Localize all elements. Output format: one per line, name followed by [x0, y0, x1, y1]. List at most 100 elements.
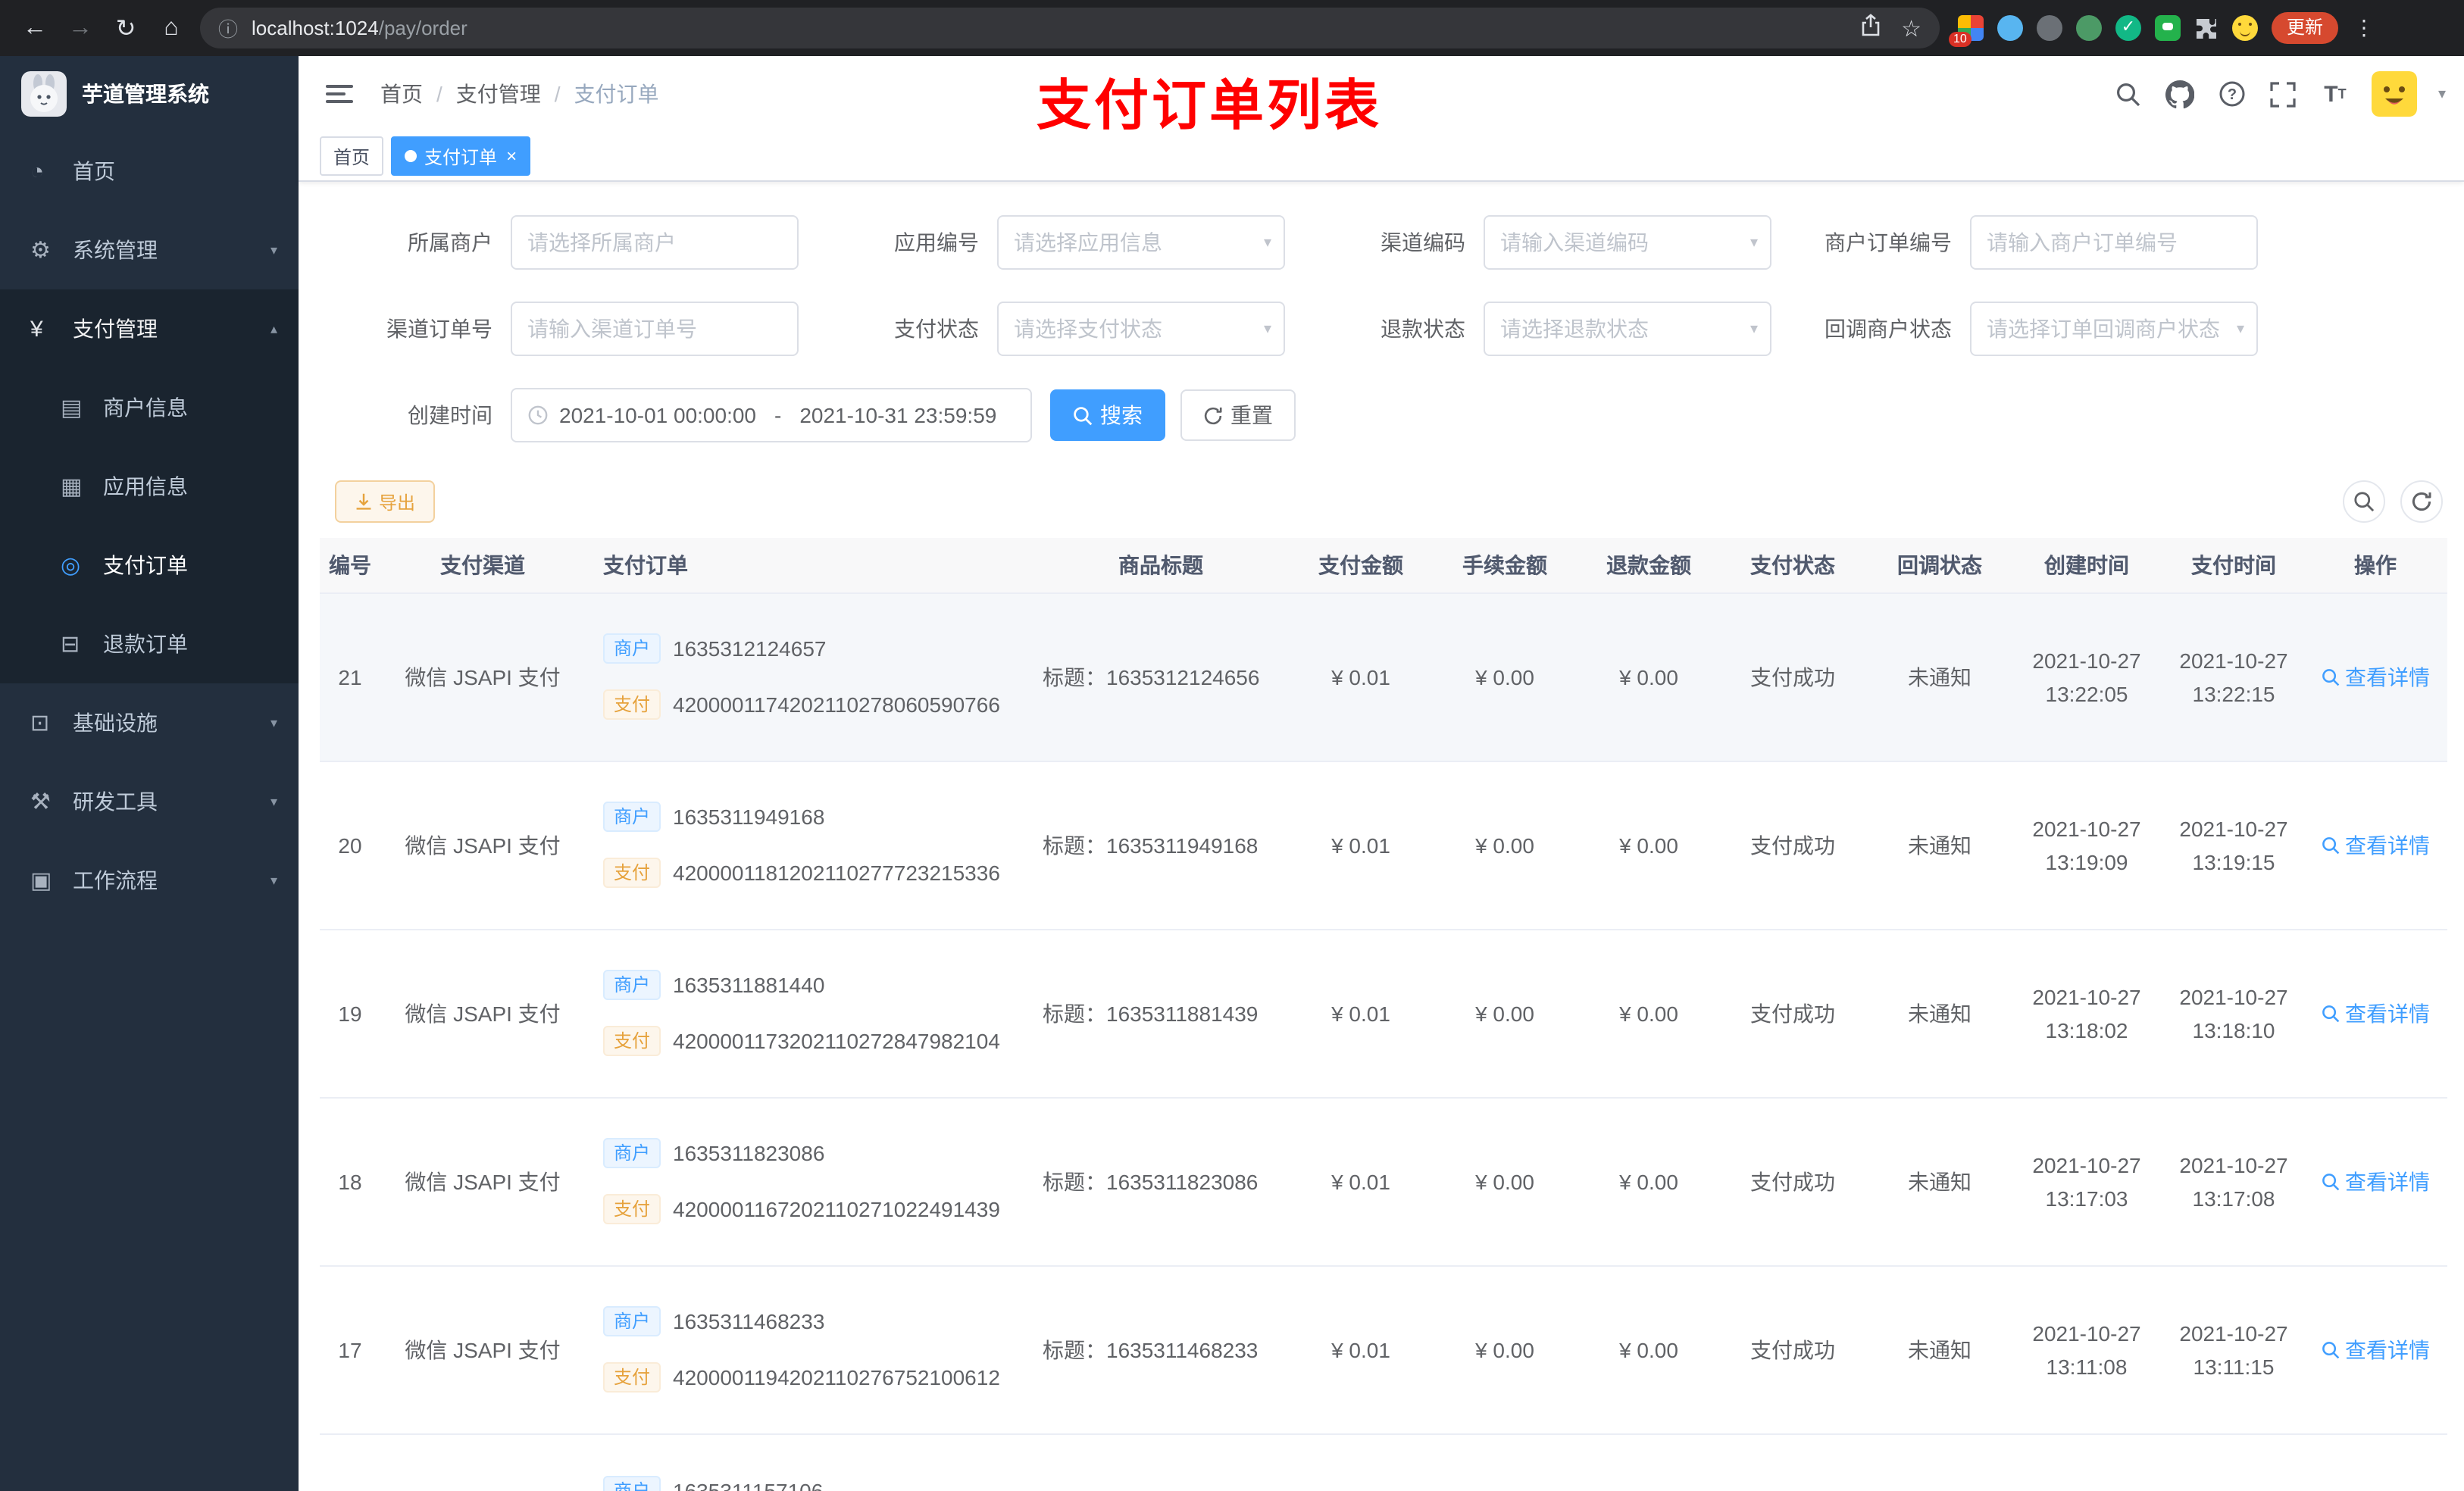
date-separator: -: [774, 403, 782, 427]
app-select[interactable]: ▾: [997, 215, 1285, 270]
pay-tag: 支付: [603, 689, 661, 720]
search-button[interactable]: 搜索: [1050, 389, 1165, 441]
table-header-row: 编号 支付渠道 支付订单 商品标题 支付金额 手续金额 退款金额 支付状态 回调…: [320, 538, 2447, 593]
channel-code-select[interactable]: ▾: [1484, 215, 1771, 270]
extension-blue-icon[interactable]: [1997, 15, 2023, 41]
user-avatar[interactable]: [2371, 71, 2417, 117]
table-row: 17 微信 JSAPI 支付 商户 1635311468233 支付 4200001…: [320, 1265, 2447, 1434]
col-actions: 操作: [2303, 538, 2447, 593]
col-title: 商品标题: [1027, 538, 1294, 593]
extension-badge: 10: [1949, 32, 1972, 47]
refresh-table-button[interactable]: [2400, 480, 2443, 523]
fullscreen-icon[interactable]: [2269, 79, 2299, 109]
app-logo[interactable]: 芋道管理系统: [0, 56, 299, 132]
extension-green-icon[interactable]: [2076, 15, 2102, 41]
help-icon[interactable]: ?: [2217, 79, 2247, 109]
hamburger-icon[interactable]: [326, 80, 353, 108]
extension-check-icon[interactable]: ✓: [2115, 15, 2141, 41]
view-detail-link[interactable]: 查看详情: [2321, 661, 2430, 692]
browser-home-icon[interactable]: ⌂: [149, 7, 194, 49]
tab-home[interactable]: 首页: [320, 136, 384, 176]
view-detail-link[interactable]: 查看详情: [2321, 998, 2430, 1028]
active-dot-icon: [405, 150, 417, 162]
sidebar-item-app-info[interactable]: ▦ 应用信息: [0, 447, 299, 526]
logo-image: [21, 71, 67, 117]
pay-tag: 支付: [603, 858, 661, 888]
chevron-up-icon: ▴: [270, 320, 277, 336]
github-icon[interactable]: [2165, 79, 2196, 109]
sidebar-item-merchant-info[interactable]: ▤ 商户信息: [0, 368, 299, 447]
extensions-puzzle-icon[interactable]: [2194, 16, 2219, 40]
sidebar-item-devtool[interactable]: ⚒ 研发工具 ▾: [0, 762, 299, 841]
filter-form: 所属商户 应用编号 ▾: [299, 215, 2464, 442]
close-icon[interactable]: ×: [506, 147, 517, 165]
extension-grid-icon[interactable]: 10: [1949, 15, 1984, 47]
filter-label-channel-order-no: 渠道订单号: [386, 317, 492, 341]
create-time-range-picker[interactable]: 2021-10-01 00:00:00 - 2021-10-31 23:59:5…: [511, 388, 1032, 442]
search-icon: [2322, 836, 2339, 854]
browser-forward-icon[interactable]: →: [58, 7, 103, 49]
sidebar-item-system[interactable]: ⚙ 系统管理 ▾: [0, 211, 299, 289]
address-bar[interactable]: ⓘ localhost:1024/pay/order ☆: [200, 8, 1940, 48]
filter-label-channel-code: 渠道编码: [1381, 230, 1465, 255]
clock-icon: [528, 405, 548, 425]
grid-icon: ▦: [61, 474, 83, 500]
browser-profile-avatar[interactable]: [2232, 15, 2258, 41]
col-refund: 退款金额: [1582, 538, 1715, 593]
search-icon[interactable]: [2114, 79, 2144, 109]
chevron-down-icon: ▾: [270, 714, 277, 730]
pay-tag: 支付: [603, 1194, 661, 1224]
view-detail-link[interactable]: 查看详情: [2321, 1166, 2430, 1196]
extensions-bar: 10 ✓ 更新 ⋮: [1949, 12, 2376, 47]
chevron-down-icon: ▾: [270, 793, 277, 808]
filter-label-notify-status: 回调商户状态: [1825, 317, 1952, 341]
breadcrumb: 首页 / 支付管理 / 支付订单: [380, 79, 659, 109]
filter-label-refund-status: 退款状态: [1381, 317, 1465, 341]
bookmark-star-icon[interactable]: ☆: [1901, 14, 1921, 42]
sidebar-item-pay[interactable]: ¥ 支付管理 ▴: [0, 289, 299, 368]
reset-button[interactable]: 重置: [1180, 389, 1296, 441]
search-icon: [2322, 1173, 2339, 1190]
extension-gray-icon[interactable]: [2037, 15, 2062, 41]
chevron-down-icon: ▾: [1263, 234, 1271, 251]
browser-menu-icon[interactable]: ⋮: [2352, 15, 2376, 41]
filter-label-app: 应用编号: [894, 230, 979, 255]
chevron-down-icon[interactable]: ▾: [2438, 86, 2446, 102]
sidebar-item-infra[interactable]: ⊡ 基础设施 ▾: [0, 683, 299, 762]
sidebar-item-refund-order[interactable]: ⊟ 退款订单: [0, 605, 299, 683]
sidebar-item-workflow[interactable]: ▣ 工作流程 ▾: [0, 841, 299, 920]
browser-back-icon[interactable]: ←: [12, 7, 58, 49]
browser-update-button[interactable]: 更新: [2272, 12, 2339, 44]
app-title: 芋道管理系统: [82, 82, 209, 106]
toggle-search-button[interactable]: [2343, 480, 2385, 523]
search-icon: [2322, 1005, 2339, 1022]
breadcrumb-home[interactable]: 首页: [380, 79, 423, 109]
search-icon: [1074, 406, 1093, 425]
table-row: 20 微信 JSAPI 支付 商户 1635311949168 支付 4200001…: [320, 761, 2447, 930]
sidebar-item-pay-order[interactable]: ◎ 支付订单: [0, 526, 299, 605]
view-detail-link[interactable]: 查看详情: [2321, 830, 2430, 860]
extension-chat-icon[interactable]: [2155, 15, 2181, 41]
notify-status-select[interactable]: ▾: [1970, 302, 2258, 356]
export-button[interactable]: 导出: [335, 480, 436, 523]
target-icon: ◎: [61, 553, 81, 579]
merchant-order-no-input[interactable]: [1970, 215, 2258, 270]
font-size-icon[interactable]: TT: [2320, 79, 2350, 109]
refund-status-select[interactable]: ▾: [1484, 302, 1771, 356]
card-icon: ▤: [61, 395, 83, 421]
sidebar-item-home[interactable]: ◔ 首页: [0, 132, 299, 211]
breadcrumb-pay[interactable]: 支付管理: [456, 79, 541, 109]
browser-reload-icon[interactable]: ↻: [103, 7, 149, 49]
workflow-icon: ▣: [30, 868, 52, 894]
tab-pay-order[interactable]: 支付订单 ×: [391, 136, 531, 176]
info-icon[interactable]: ⓘ: [218, 14, 238, 42]
col-pay-time: 支付时间: [2164, 538, 2303, 593]
view-detail-link[interactable]: 查看详情: [2321, 1334, 2430, 1364]
chevron-down-icon: ▾: [1750, 320, 1758, 337]
share-icon[interactable]: [1860, 13, 1880, 43]
channel-order-no-input[interactable]: [511, 302, 799, 356]
pay-status-select[interactable]: ▾: [997, 302, 1285, 356]
merchant-input[interactable]: [527, 230, 782, 255]
merchant-tag: 商户: [603, 1475, 661, 1491]
merchant-select[interactable]: [511, 215, 799, 270]
